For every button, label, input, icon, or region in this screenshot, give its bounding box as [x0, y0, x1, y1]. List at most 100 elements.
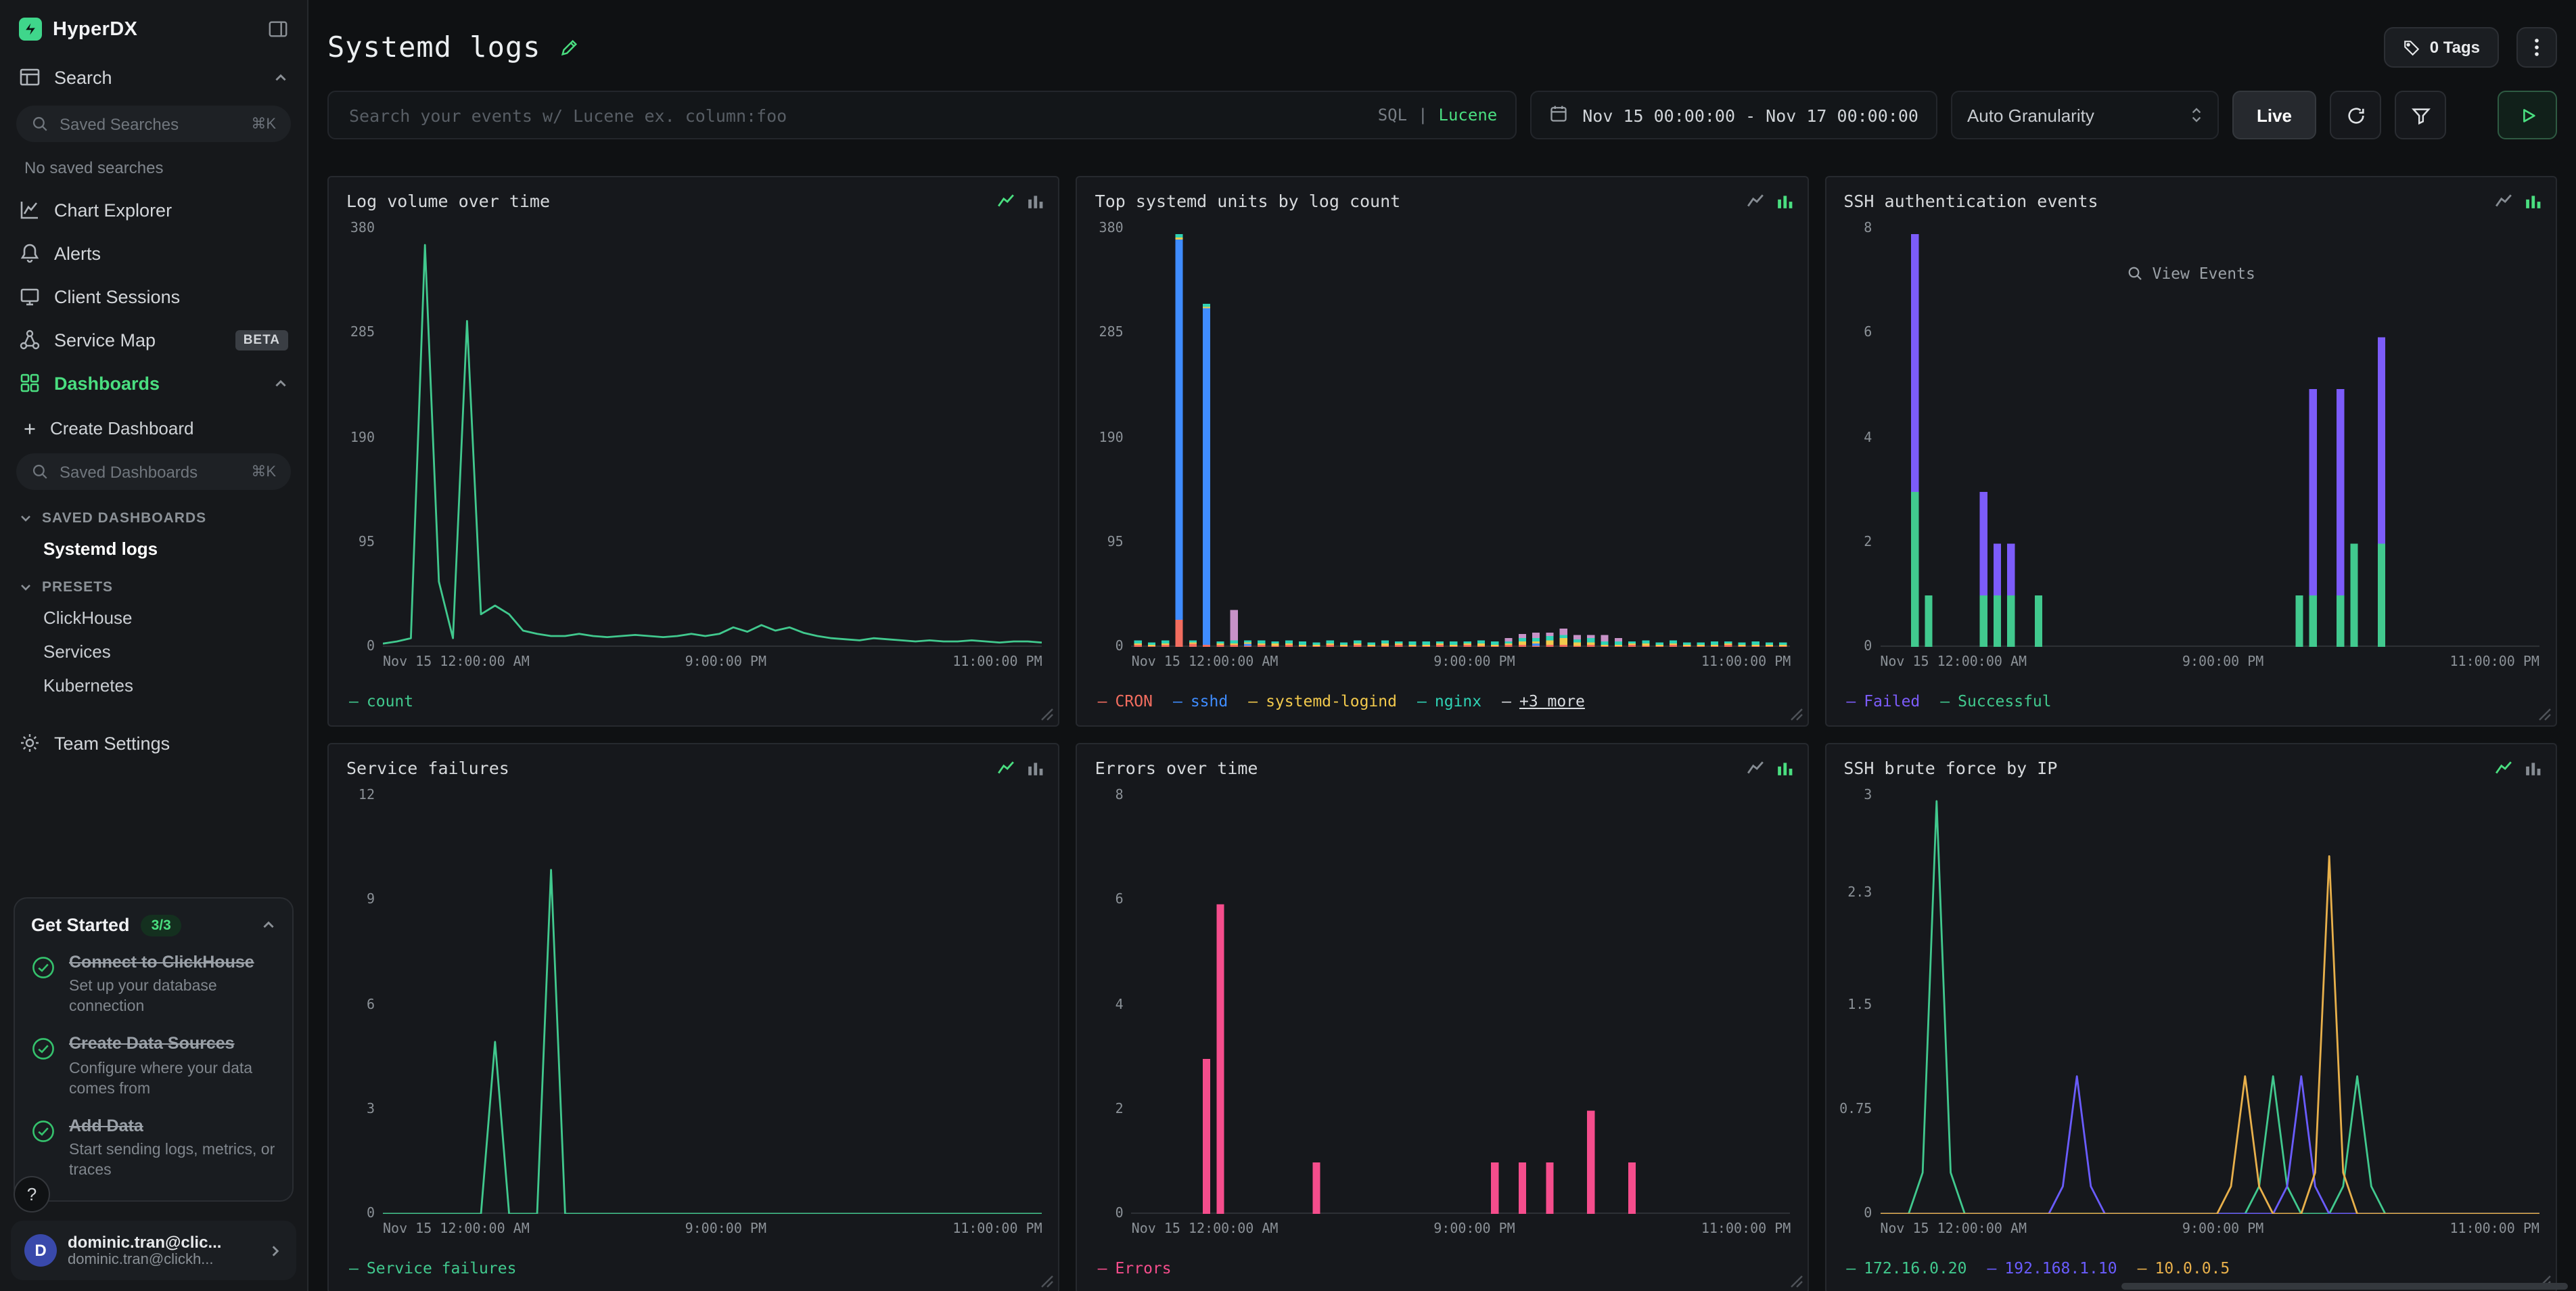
chart-plot[interactable] — [1880, 229, 2539, 647]
line-chart-icon[interactable] — [2495, 192, 2512, 210]
legend-item[interactable]: —+3 more — [1502, 692, 1585, 710]
bar-chart-icon[interactable] — [2525, 759, 2542, 777]
resize-handle[interactable] — [2538, 708, 2552, 721]
granularity-select[interactable]: Auto Granularity — [1951, 91, 2219, 139]
preset-kubernetes[interactable]: Kubernetes — [0, 669, 307, 702]
chevron-up-icon — [273, 376, 288, 390]
nav-team-settings-label: Team Settings — [54, 733, 170, 753]
lucene-toggle[interactable]: Lucene — [1439, 106, 1498, 124]
nav-service-map[interactable]: Service Map BETA — [0, 318, 307, 361]
nav-alerts[interactable]: Alerts — [0, 231, 307, 275]
chart-plot[interactable] — [383, 229, 1042, 647]
line-chart-icon[interactable] — [1746, 759, 1764, 777]
chart-plot[interactable] — [383, 796, 1042, 1214]
chart-title: Top systemd units by log count — [1095, 191, 1401, 211]
get-started-step[interactable]: Add Data Start sending logs, metrics, or… — [31, 1116, 276, 1181]
chevron-down-icon — [19, 581, 32, 594]
legend-item[interactable]: —Failed — [1846, 692, 1920, 710]
resize-handle[interactable] — [1789, 708, 1803, 721]
create-dashboard-button[interactable]: Create Dashboard — [0, 405, 307, 447]
legend-item[interactable]: —Successful — [1940, 692, 2051, 710]
legend-item[interactable]: —count — [349, 692, 413, 710]
x-axis-label: 11:00:00 PM — [952, 655, 1042, 670]
line-chart-icon[interactable] — [998, 759, 1015, 777]
date-range-picker[interactable]: Nov 15 00:00:00 - Nov 17 00:00:00 — [1530, 91, 1937, 139]
line-chart-icon[interactable] — [1746, 192, 1764, 210]
help-button[interactable]: ? — [14, 1176, 50, 1213]
chevron-up-icon[interactable] — [261, 918, 276, 932]
chart-panel: SSH brute force by IP 00.751.52.33 Nov 1… — [1824, 743, 2557, 1291]
dashboards-grid-icon — [19, 372, 41, 394]
refresh-button[interactable] — [2330, 91, 2381, 139]
bar-chart-icon[interactable] — [1028, 192, 1045, 210]
nav-search-label: Search — [54, 67, 112, 87]
get-started-step[interactable]: Connect to ClickHouse Set up your databa… — [31, 952, 276, 1018]
resize-handle[interactable] — [1041, 1275, 1055, 1288]
section-saved-dashboards[interactable]: SAVED DASHBOARDS — [0, 497, 307, 532]
y-axis-label: 4 — [1864, 430, 1872, 445]
resize-handle[interactable] — [1789, 1275, 1803, 1288]
saved-searches-input[interactable]: Saved Searches ⌘K — [16, 106, 291, 142]
bar-chart-icon[interactable] — [1776, 759, 1793, 777]
legend-item[interactable]: —systemd-logind — [1248, 692, 1397, 710]
event-search-box[interactable]: SQL | Lucene — [327, 91, 1516, 139]
saved-dashboards-input[interactable]: Saved Dashboards ⌘K — [16, 453, 291, 490]
line-chart-icon[interactable] — [998, 192, 1015, 210]
nav-client-sessions[interactable]: Client Sessions — [0, 275, 307, 318]
y-axis-label: 285 — [1099, 326, 1124, 341]
chart-title: SSH brute force by IP — [1843, 758, 2057, 778]
section-presets[interactable]: PRESETS — [0, 566, 307, 601]
chart-panel: SSH authentication events 02468 View Eve… — [1824, 176, 2557, 727]
resize-handle[interactable] — [1041, 708, 1055, 721]
legend-item[interactable]: —nginx — [1417, 692, 1481, 710]
nav-chart-explorer[interactable]: Chart Explorer — [0, 188, 307, 231]
more-options-button[interactable] — [2516, 27, 2557, 68]
view-events-button[interactable]: View Events — [1826, 264, 2556, 283]
x-axis: Nov 15 12:00:00 AM9:00:00 PM11:00:00 PM — [1880, 655, 2539, 674]
bar-chart-icon[interactable] — [1776, 192, 1793, 210]
nav-search[interactable]: Search — [0, 55, 307, 99]
bell-icon — [19, 242, 41, 264]
search-icon — [2126, 265, 2142, 281]
y-axis-label: 380 — [350, 221, 375, 236]
live-button[interactable]: Live — [2232, 91, 2316, 139]
y-axis-label: 2 — [1864, 535, 1872, 550]
sidebar: HyperDX Search Saved Searches ⌘K No save… — [0, 0, 308, 1291]
dashboard-item-systemd-logs[interactable]: Systemd logs — [0, 532, 307, 566]
nav-team-settings[interactable]: Team Settings — [0, 721, 307, 765]
horizontal-scrollbar[interactable] — [2121, 1283, 2568, 1290]
chart-panel: Log volume over time 095190285380 Nov 15… — [327, 176, 1060, 727]
legend-item[interactable]: —CRON — [1098, 692, 1153, 710]
preset-services[interactable]: Services — [0, 635, 307, 669]
edit-title-icon[interactable] — [558, 37, 578, 58]
legend-item[interactable]: —Errors — [1098, 1259, 1172, 1277]
chart-plot[interactable] — [1132, 796, 1791, 1214]
chart-plot[interactable] — [1880, 796, 2539, 1214]
x-axis-label: 9:00:00 PM — [2182, 655, 2263, 670]
y-axis-label: 285 — [350, 326, 375, 341]
service-map-icon — [19, 329, 41, 350]
legend-item[interactable]: —sshd — [1173, 692, 1228, 710]
chart-plot[interactable] — [1132, 229, 1791, 647]
legend-item[interactable]: —10.0.0.5 — [2138, 1259, 2230, 1277]
nav-chart-explorer-label: Chart Explorer — [54, 200, 172, 220]
tags-button[interactable]: 0 Tags — [2384, 27, 2499, 68]
filter-button[interactable] — [2395, 91, 2446, 139]
nav-dashboards[interactable]: Dashboards — [0, 361, 307, 405]
user-menu[interactable]: D dominic.tran@clic... dominic.tran@clic… — [11, 1221, 296, 1280]
search-input[interactable] — [346, 104, 1364, 127]
hyperdx-logo-icon — [19, 18, 42, 41]
bar-chart-icon[interactable] — [2525, 192, 2542, 210]
legend-item[interactable]: —172.16.0.20 — [1846, 1259, 1967, 1277]
legend-item[interactable]: —192.168.1.10 — [1987, 1259, 2117, 1277]
x-axis-label: 9:00:00 PM — [2182, 1222, 2263, 1237]
get-started-step[interactable]: Create Data Sources Configure where your… — [31, 1034, 276, 1100]
bar-chart-icon[interactable] — [1028, 759, 1045, 777]
y-axis-label: 190 — [350, 430, 375, 445]
run-query-button[interactable] — [2498, 91, 2557, 139]
line-chart-icon[interactable] — [2495, 759, 2512, 777]
sidebar-collapse-icon[interactable] — [268, 19, 288, 39]
legend-item[interactable]: —Service failures — [349, 1259, 516, 1277]
preset-clickhouse[interactable]: ClickHouse — [0, 601, 307, 635]
sql-toggle[interactable]: SQL — [1378, 106, 1407, 124]
